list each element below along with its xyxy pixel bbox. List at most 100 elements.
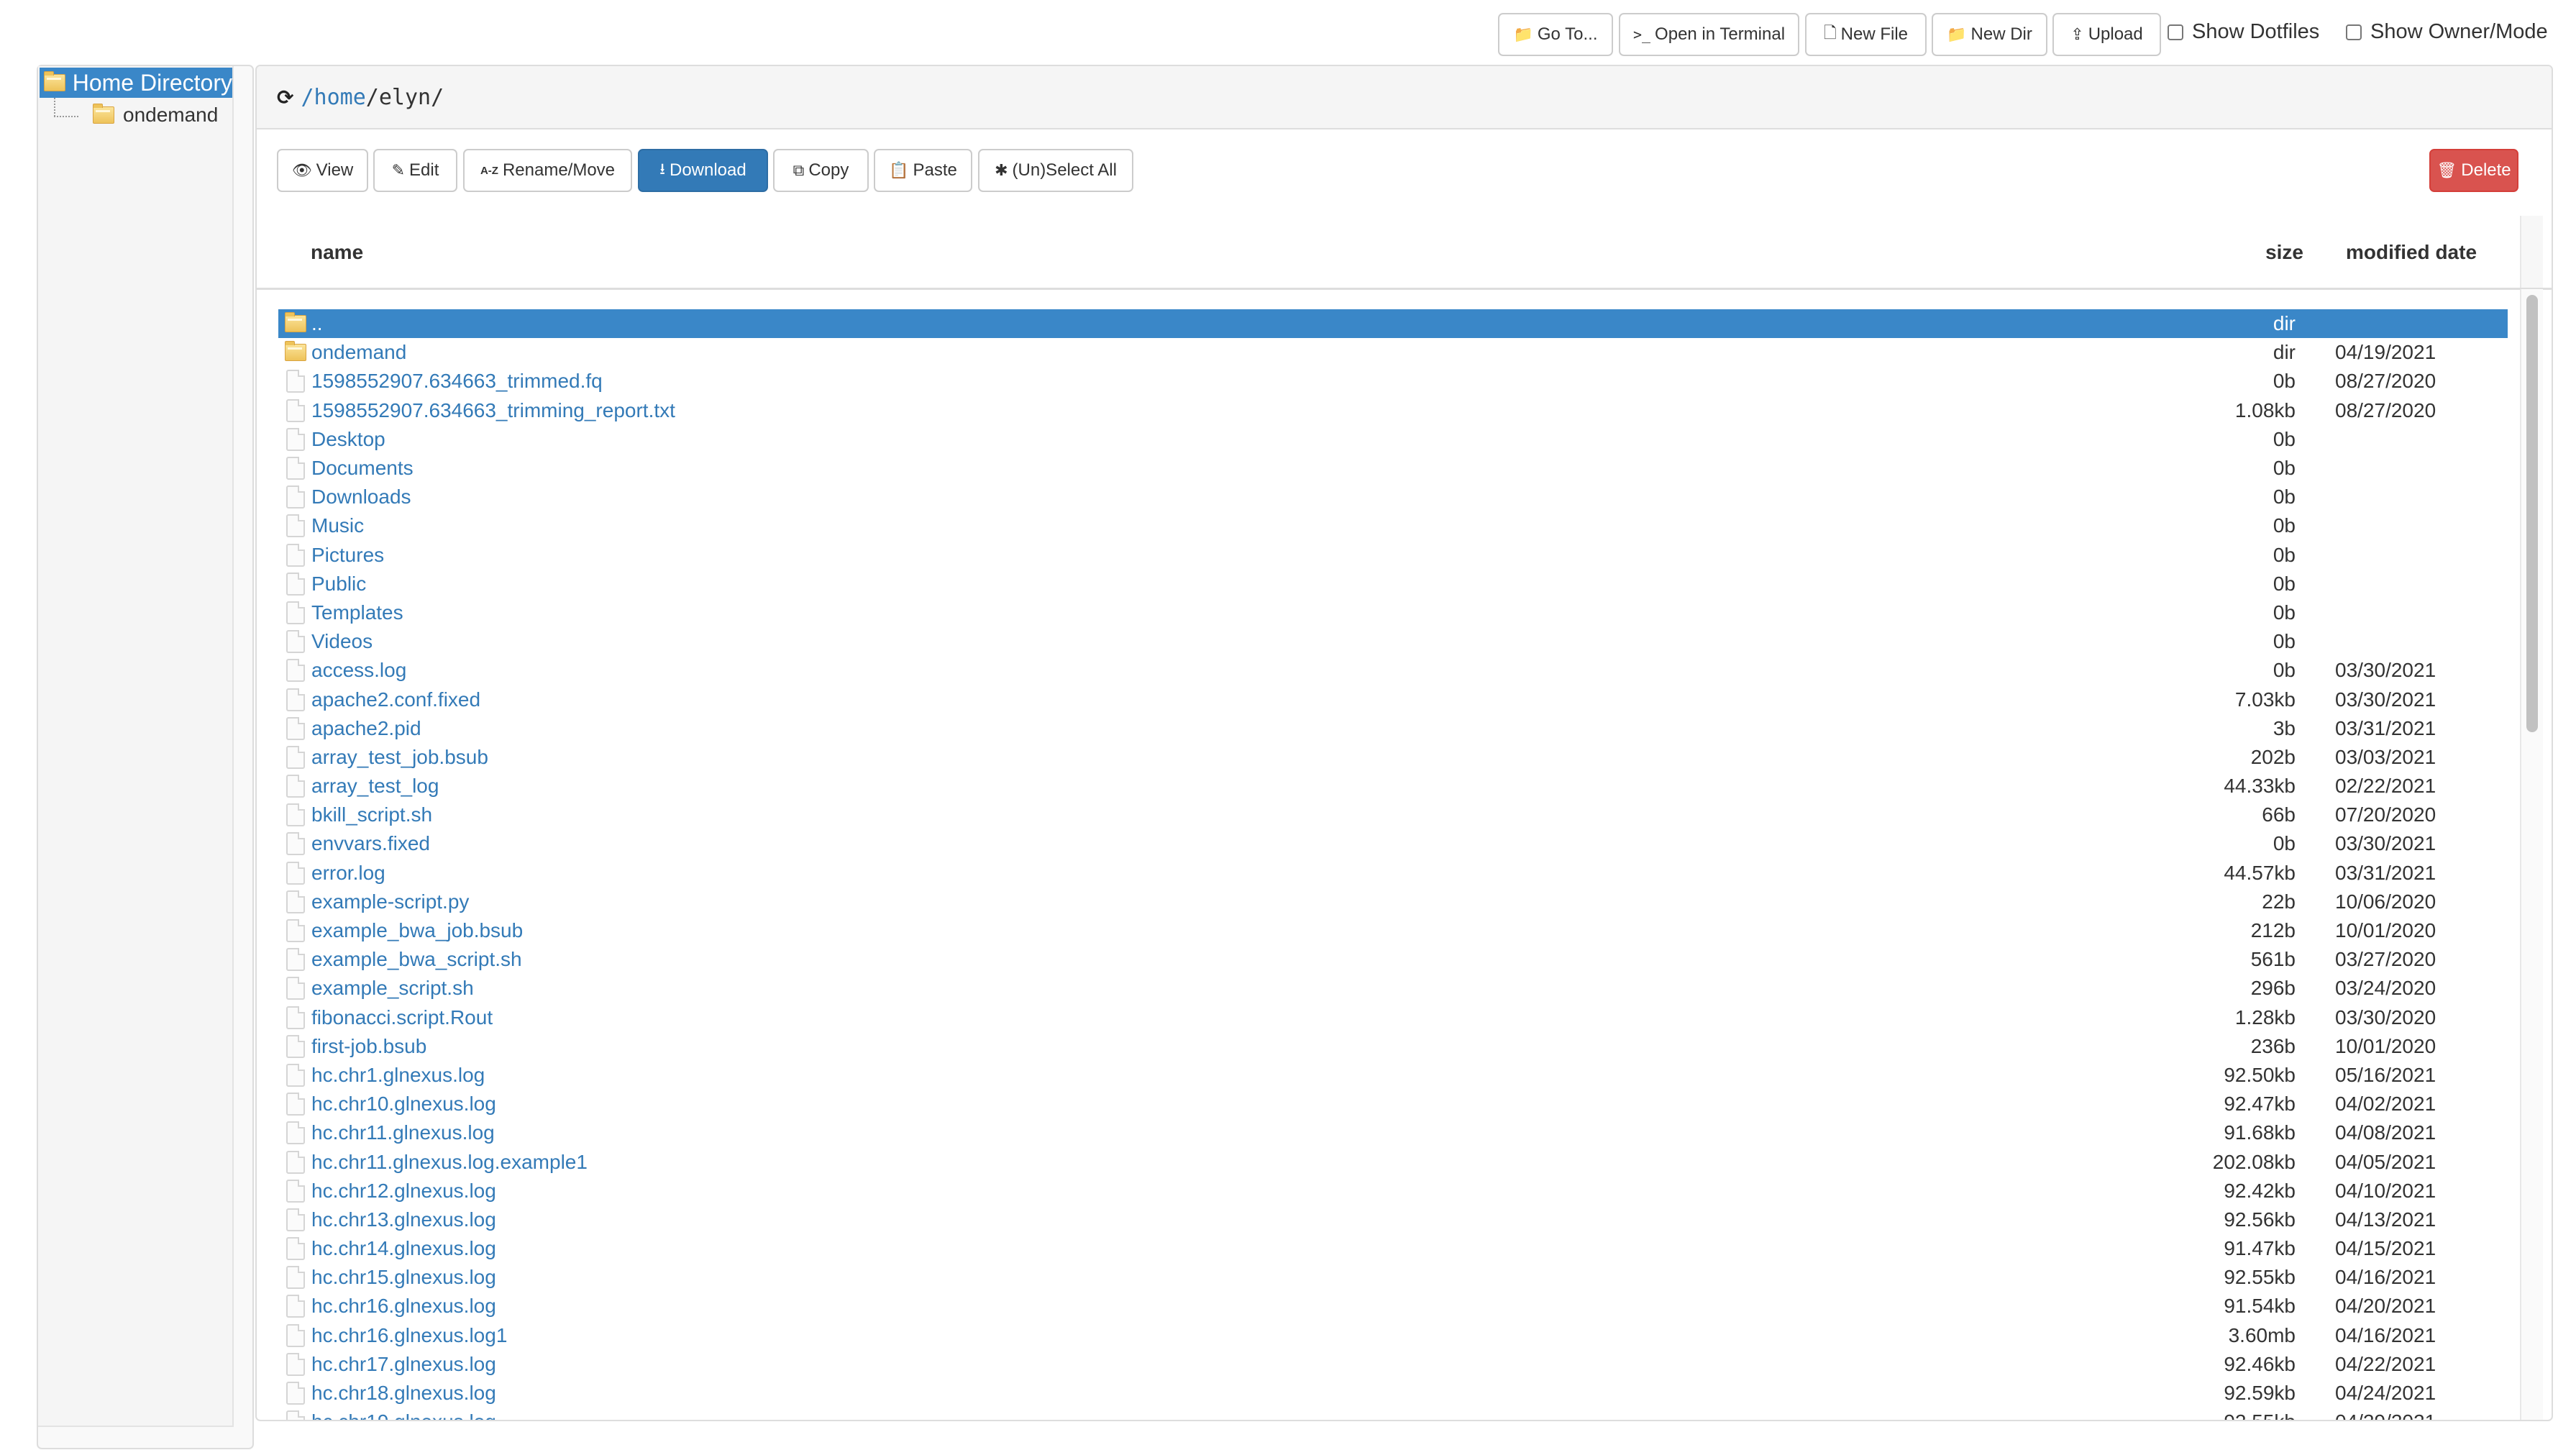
file-name-link[interactable]: Music xyxy=(311,514,2166,537)
file-name-link[interactable]: error.log xyxy=(311,862,2166,885)
file-name-link[interactable]: envvars.fixed xyxy=(311,832,2166,855)
file-name-link[interactable]: hc.chr10.glnexus.log xyxy=(311,1093,2166,1116)
column-header-size[interactable]: size xyxy=(2265,241,2303,264)
file-name-link[interactable]: apache2.pid xyxy=(311,717,2166,740)
file-name-link[interactable]: hc.chr15.glnexus.log xyxy=(311,1266,2166,1289)
file-name-link[interactable]: apache2.conf.fixed xyxy=(311,688,2166,711)
file-name-link[interactable]: Downloads xyxy=(311,485,2166,509)
table-row[interactable]: hc.chr14.glnexus.log 91.47kb 04/15/2021 xyxy=(278,1234,2508,1263)
table-row[interactable]: .. dir xyxy=(278,309,2508,339)
show-owner-mode-toggle[interactable]: Show Owner/Mode xyxy=(2346,20,2548,44)
table-row[interactable]: hc.chr16.glnexus.log1 3.60mb 04/16/2021 xyxy=(278,1321,2508,1350)
tree-item-ondemand[interactable]: ondemand xyxy=(52,98,218,129)
file-name-link[interactable]: first-job.bsub xyxy=(311,1035,2166,1058)
table-row[interactable]: Documents 0b xyxy=(278,454,2508,483)
table-row[interactable]: hc.chr16.glnexus.log 91.54kb 04/20/2021 xyxy=(278,1292,2508,1321)
show-dotfiles-checkbox[interactable] xyxy=(2168,24,2183,40)
table-row[interactable]: Music 0b xyxy=(278,511,2508,540)
file-name-link[interactable]: example-script.py xyxy=(311,890,2166,913)
file-name-link[interactable]: Templates xyxy=(311,601,2166,624)
table-row[interactable]: example_bwa_script.sh 561b 03/27/2020 xyxy=(278,945,2508,974)
table-row[interactable]: array_test_job.bsub 202b 03/03/2021 xyxy=(278,743,2508,772)
file-name-link[interactable]: Videos xyxy=(311,630,2166,653)
table-row[interactable]: error.log 44.57kb 03/31/2021 xyxy=(278,859,2508,888)
file-name-link[interactable]: hc.chr11.glnexus.log.example1 xyxy=(311,1151,2166,1174)
vertical-scrollbar[interactable] xyxy=(2520,289,2543,1420)
file-name-link[interactable]: Pictures xyxy=(311,544,2166,567)
file-name-link[interactable]: access.log xyxy=(311,659,2166,682)
file-name-link[interactable]: example_script.sh xyxy=(311,977,2166,1000)
view-button[interactable]: 👁 View xyxy=(277,149,368,192)
table-row[interactable]: example_script.sh 296b 03/24/2020 xyxy=(278,974,2508,1003)
breadcrumb-home[interactable]: home xyxy=(314,85,366,110)
new-dir-button[interactable]: 📁 New Dir xyxy=(1932,13,2047,56)
table-row[interactable]: 1598552907.634663_trimmed.fq 0b 08/27/2020 xyxy=(278,367,2508,396)
table-row[interactable]: Downloads 0b xyxy=(278,483,2508,511)
table-row[interactable]: apache2.conf.fixed 7.03kb 03/30/2021 xyxy=(278,685,2508,713)
table-row[interactable]: hc.chr12.glnexus.log 92.42kb 04/10/2021 xyxy=(278,1177,2508,1205)
column-header-name[interactable]: name xyxy=(311,241,363,264)
file-name-link[interactable]: hc.chr14.glnexus.log xyxy=(311,1237,2166,1260)
file-name-link[interactable]: example_bwa_script.sh xyxy=(311,948,2166,971)
table-row[interactable]: hc.chr11.glnexus.log.example1 202.08kb 04/… xyxy=(278,1147,2508,1176)
file-name-link[interactable]: hc.chr12.glnexus.log xyxy=(311,1180,2166,1203)
table-row[interactable]: hc.chr10.glnexus.log 92.47kb 04/02/2021 xyxy=(278,1090,2508,1118)
table-row[interactable]: ondemand dir 04/19/2021 xyxy=(278,338,2508,367)
file-name-link[interactable]: hc.chr11.glnexus.log xyxy=(311,1121,2166,1144)
file-name-link[interactable]: hc.chr19.glnexus.log xyxy=(311,1410,2166,1420)
file-name-link[interactable]: 1598552907.634663_trimmed.fq xyxy=(311,370,2166,393)
file-name-link[interactable]: array_test_job.bsub xyxy=(311,746,2166,769)
table-row[interactable]: Videos 0b xyxy=(278,627,2508,656)
file-name-link[interactable]: 1598552907.634663_trimming_report.txt xyxy=(311,399,2166,422)
table-row[interactable]: 1598552907.634663_trimming_report.txt 1.0… xyxy=(278,396,2508,425)
table-row[interactable]: hc.chr11.glnexus.log 91.68kb 04/08/2021 xyxy=(278,1118,2508,1147)
table-row[interactable]: Pictures 0b xyxy=(278,541,2508,570)
refresh-icon[interactable]: ⟳ xyxy=(277,86,293,109)
rename-move-button[interactable]: A-Z Rename/Move xyxy=(463,149,632,192)
table-row[interactable]: hc.chr15.glnexus.log 92.55kb 04/16/2021 xyxy=(278,1263,2508,1292)
paste-button[interactable]: 📋 Paste xyxy=(874,149,972,192)
table-row[interactable]: access.log 0b 03/30/2021 xyxy=(278,656,2508,685)
new-file-button[interactable]: 🗋 New File xyxy=(1805,13,1927,56)
table-row[interactable]: envvars.fixed 0b 03/30/2021 xyxy=(278,829,2508,858)
file-name-link[interactable]: fibonacci.script.Rout xyxy=(311,1006,2166,1029)
table-row[interactable]: hc.chr17.glnexus.log 92.46kb 04/22/2021 xyxy=(278,1350,2508,1379)
table-row[interactable]: array_test_log 44.33kb 02/22/2021 xyxy=(278,772,2508,801)
file-name-link[interactable]: hc.chr16.glnexus.log1 xyxy=(311,1324,2166,1347)
file-name-link[interactable]: example_bwa_job.bsub xyxy=(311,919,2166,942)
table-row[interactable]: first-job.bsub 236b 10/01/2020 xyxy=(278,1032,2508,1061)
scrollbar-thumb[interactable] xyxy=(2526,295,2538,732)
file-name-link[interactable]: array_test_log xyxy=(311,775,2166,798)
file-name-link[interactable]: Public xyxy=(311,573,2166,596)
file-name-link[interactable]: hc.chr17.glnexus.log xyxy=(311,1353,2166,1376)
table-row[interactable]: hc.chr13.glnexus.log 92.56kb 04/13/2021 xyxy=(278,1205,2508,1234)
file-name-link[interactable]: hc.chr1.glnexus.log xyxy=(311,1064,2166,1087)
table-row[interactable]: Templates 0b xyxy=(278,598,2508,627)
copy-button[interactable]: ⧉ Copy xyxy=(773,149,869,192)
table-row[interactable]: Public 0b xyxy=(278,570,2508,598)
table-row[interactable]: apache2.pid 3b 03/31/2021 xyxy=(278,714,2508,743)
download-button[interactable]: ⭳ Download xyxy=(638,149,768,192)
show-owner-mode-checkbox[interactable] xyxy=(2346,24,2362,40)
file-name-link[interactable]: ondemand xyxy=(311,341,2166,364)
column-header-modified-date[interactable]: modified date xyxy=(2346,241,2477,264)
file-name-link[interactable]: Documents xyxy=(311,457,2166,480)
tree-item-home-directory[interactable]: Home Directory xyxy=(40,68,232,98)
table-row[interactable]: example-script.py 22b 10/06/2020 xyxy=(278,888,2508,916)
table-row[interactable]: bkill_script.sh 66b 07/20/2020 xyxy=(278,801,2508,829)
edit-button[interactable]: ✎ Edit xyxy=(373,149,457,192)
file-name-link[interactable]: Desktop xyxy=(311,428,2166,451)
go-to-button[interactable]: 📁 Go To... xyxy=(1498,13,1613,56)
file-name-link[interactable]: bkill_script.sh xyxy=(311,803,2166,826)
open-in-terminal-button[interactable]: >_ Open in Terminal xyxy=(1619,13,1799,56)
breadcrumb-root[interactable]: / xyxy=(301,85,314,110)
table-row[interactable]: hc.chr18.glnexus.log 92.59kb 04/24/2021 xyxy=(278,1379,2508,1408)
file-name-link[interactable]: hc.chr18.glnexus.log xyxy=(311,1382,2166,1405)
table-row[interactable]: hc.chr1.glnexus.log 92.50kb 05/16/2021 xyxy=(278,1061,2508,1090)
show-dotfiles-toggle[interactable]: Show Dotfiles xyxy=(2168,20,2319,44)
table-row[interactable]: example_bwa_job.bsub 212b 10/01/2020 xyxy=(278,916,2508,945)
file-name-link[interactable]: hc.chr13.glnexus.log xyxy=(311,1208,2166,1231)
upload-button[interactable]: ⇪ Upload xyxy=(2052,13,2161,56)
file-name-link[interactable]: hc.chr16.glnexus.log xyxy=(311,1295,2166,1318)
delete-button[interactable]: 🗑 Delete xyxy=(2429,149,2518,192)
